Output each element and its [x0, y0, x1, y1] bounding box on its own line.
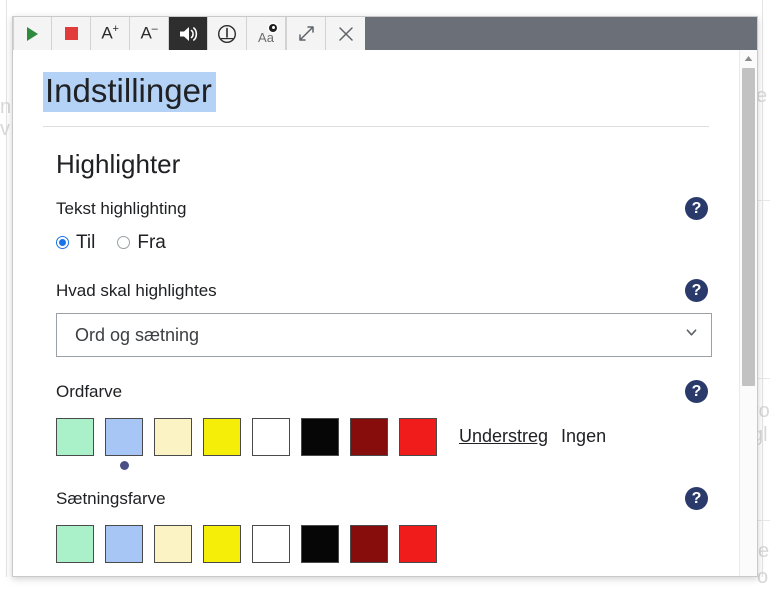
color-swatch-bright-yellow[interactable] [203, 417, 241, 456]
toolbar: A+ A– Aa [13, 17, 757, 50]
decrease-font-button[interactable]: A– [130, 17, 169, 50]
swatch-cell-black[interactable] [301, 524, 339, 576]
field-label-sentence-color: Sætningsfarve [56, 488, 166, 508]
play-button[interactable] [13, 17, 52, 50]
field-what-to-highlight: Hvad skal highlightes ? [56, 278, 709, 302]
color-swatch-cornflower-blue[interactable] [105, 524, 143, 563]
swatch-cell-dark-maroon[interactable] [350, 417, 388, 470]
help-icon-sentence-color[interactable]: ? [685, 486, 708, 510]
toolbar-button-group: A+ A– Aa [13, 17, 287, 50]
field-sentence-color: Sætningsfarve ? [56, 486, 709, 510]
color-swatch-cream-yellow[interactable] [154, 524, 192, 563]
color-swatch-mint-green[interactable] [56, 524, 94, 563]
swatch-row-sentence-color [56, 524, 709, 576]
help-icon-what-to-highlight[interactable]: ? [685, 278, 708, 302]
swatch-cell-black[interactable] [301, 417, 339, 470]
aa-settings-icon: Aa [254, 23, 278, 45]
backdrop-text: n [0, 96, 12, 118]
swatch-row-word-color: Understreg Ingen [56, 417, 709, 470]
help-icon-text-highlighting[interactable]: ? [685, 196, 708, 220]
backdrop-text: v [0, 118, 10, 140]
color-swatch-dark-maroon[interactable] [350, 524, 388, 563]
swatch-cell-cornflower-blue[interactable] [105, 524, 143, 576]
swatch-cell-white[interactable] [252, 417, 290, 470]
swatch-cell-mint-green[interactable] [56, 524, 94, 576]
font-decrease-icon: A– [140, 23, 158, 43]
expand-icon [298, 26, 314, 41]
gauge-circle-icon [217, 24, 237, 43]
chevron-down-icon [686, 329, 697, 336]
scroll-up-icon [744, 56, 753, 61]
radio-icon-unchecked [117, 236, 131, 250]
swatch-cell-cream-yellow[interactable] [154, 524, 192, 576]
expand-button[interactable] [287, 17, 326, 50]
radio-label: Til [76, 231, 96, 253]
stop-button[interactable] [52, 17, 91, 50]
sound-button[interactable] [169, 17, 208, 50]
color-swatch-bright-red[interactable] [399, 417, 437, 456]
increase-font-button[interactable]: A+ [91, 17, 130, 50]
reader-window: A+ A– Aa Indstillinger Highlighter Tekst… [12, 16, 758, 577]
title-divider [43, 125, 709, 127]
swatch-cell-dark-maroon[interactable] [350, 524, 388, 576]
color-swatch-white[interactable] [252, 417, 290, 456]
help-icon-word-color[interactable]: ? [685, 379, 708, 403]
close-icon [338, 26, 353, 41]
color-swatch-black[interactable] [301, 417, 339, 456]
stop-icon [64, 27, 78, 40]
swatch-cell-bright-yellow[interactable] [203, 417, 241, 470]
scroll-thumb[interactable] [742, 68, 755, 386]
dialog-body: Indstillinger Highlighter Tekst highligh… [13, 50, 757, 576]
option-ingen[interactable]: Ingen [561, 426, 606, 447]
swatch-selected-marker [119, 460, 129, 470]
backdrop-text: e [758, 540, 770, 562]
radio-icon-checked [56, 236, 69, 250]
field-text-highlighting: Tekst highlighting ? [56, 196, 709, 220]
color-swatch-bright-red[interactable] [399, 524, 437, 563]
info-button[interactable] [208, 17, 247, 50]
select-what-to-highlight[interactable]: Ord og sætning [56, 312, 712, 357]
settings-content: Indstillinger Highlighter Tekst highligh… [13, 50, 739, 576]
scrollbar[interactable] [739, 50, 757, 576]
color-swatch-mint-green[interactable] [56, 417, 94, 456]
field-word-color: Ordfarve ? [56, 379, 709, 403]
field-label-text-highlighting: Tekst highlighting [56, 198, 187, 218]
close-button[interactable] [326, 17, 365, 50]
page-title: Indstillinger [43, 72, 216, 112]
swatch-cell-cornflower-blue[interactable] [105, 417, 143, 470]
radio-group-text-highlighting: Til Fra [56, 232, 709, 254]
play-icon [27, 26, 38, 41]
field-label-what-to-highlight: Hvad skal highlightes [56, 280, 217, 300]
swatch-cell-bright-red[interactable] [399, 417, 437, 470]
underline-options: Understreg Ingen [459, 418, 606, 456]
field-label-word-color: Ordfarve [56, 381, 123, 401]
color-swatch-cornflower-blue[interactable] [105, 417, 143, 456]
radio-option-til[interactable]: Til [56, 232, 95, 254]
select-value-what-to-highlight: Ord og sætning [75, 324, 200, 345]
radio-option-fra[interactable]: Fra [117, 232, 166, 254]
aa-label: Aa [258, 29, 274, 45]
color-swatch-cream-yellow[interactable] [154, 417, 192, 456]
section-heading-highlighter: Highlighter [56, 148, 181, 179]
color-swatch-white[interactable] [252, 524, 290, 563]
color-swatch-dark-maroon[interactable] [350, 417, 388, 456]
swatch-cell-mint-green[interactable] [56, 417, 94, 470]
scroll-up-button[interactable] [740, 50, 757, 67]
radio-label: Fra [137, 231, 166, 253]
swatch-cell-bright-red[interactable] [399, 524, 437, 576]
text-settings-button[interactable]: Aa [247, 17, 286, 50]
color-swatch-bright-yellow[interactable] [203, 524, 241, 563]
gear-icon [269, 23, 277, 32]
color-swatch-black[interactable] [301, 524, 339, 563]
option-understreg[interactable]: Understreg [459, 426, 548, 447]
backdrop-vertical-rule [6, 0, 7, 577]
speaker-icon [179, 26, 197, 41]
swatch-cell-white[interactable] [252, 524, 290, 576]
swatch-cell-bright-yellow[interactable] [203, 524, 241, 576]
backdrop-text: o [757, 566, 769, 588]
swatch-cell-cream-yellow[interactable] [154, 417, 192, 470]
toolbar-window-controls [287, 17, 365, 50]
font-increase-icon: A+ [101, 23, 119, 43]
